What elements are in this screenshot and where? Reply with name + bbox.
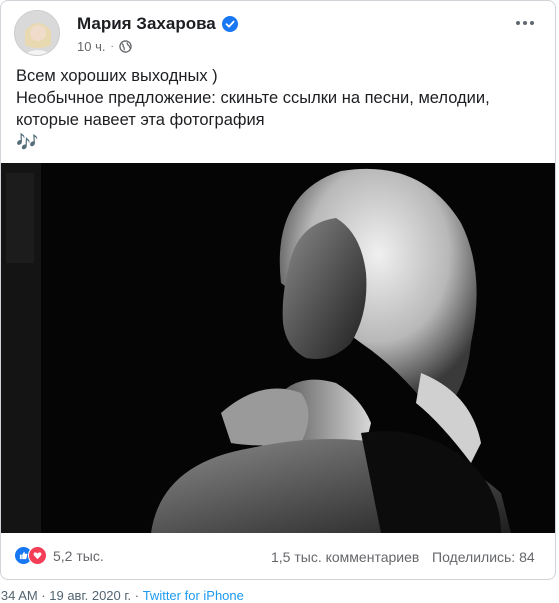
verified-badge-icon — [221, 16, 238, 32]
post-photo[interactable] — [1, 163, 555, 533]
tweet-timestamp[interactable]: 2:34 AM · 19 авг. 2020 г. · — [0, 588, 139, 603]
music-notes-emoji: 🎶 — [16, 132, 39, 152]
tweet-source-link[interactable]: Twitter for iPhone — [143, 588, 244, 603]
reactions-count: 5,2 тыс. — [53, 547, 104, 564]
post-footer: 5,2 тыс. 1,5 тыс. комментариев Поделилис… — [1, 533, 555, 579]
author-name[interactable]: Мария Захарова — [77, 14, 216, 34]
tweet-timestamp-row: 2:34 AM · 19 авг. 2020 г. · Twitter for … — [0, 588, 244, 603]
love-icon — [28, 546, 47, 565]
reactions-summary[interactable]: 5,2 тыс. — [14, 546, 104, 565]
globe-icon — [119, 40, 132, 53]
post-meta: 10 ч. · — [77, 39, 132, 54]
post-text-line: Необычное предложение: скиньте ссылки на… — [16, 89, 490, 107]
shares-count[interactable]: Поделились: 84 — [432, 549, 535, 565]
comments-count[interactable]: 1,5 тыс. комментариев — [271, 549, 419, 565]
post-text-line: Всем хороших выходных ) — [16, 67, 218, 85]
post-time[interactable]: 10 ч. — [77, 39, 105, 54]
post-text-line: которые навеет эта фотография — [16, 111, 265, 129]
post-text: Всем хороших выходных ) Необычное предло… — [16, 65, 541, 153]
facebook-post-card: Мария Захарова 10 ч. · Всем хороших выхо… — [0, 0, 556, 580]
author-avatar[interactable] — [14, 10, 60, 56]
meta-separator: · — [110, 41, 114, 52]
more-options-icon[interactable] — [513, 13, 537, 33]
author-name-row: Мария Захарова — [77, 14, 238, 34]
